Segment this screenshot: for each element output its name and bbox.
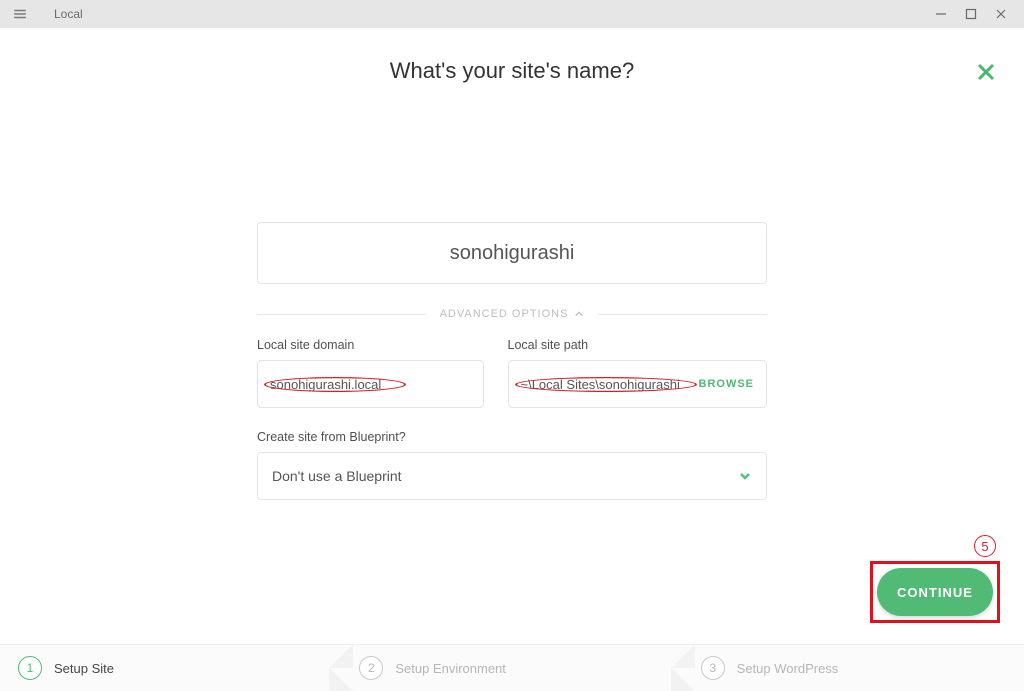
domain-input[interactable] xyxy=(270,377,400,392)
browse-button[interactable]: BROWSE xyxy=(699,378,755,390)
step-setup-environment[interactable]: 2 Setup Environment xyxy=(341,645,682,691)
chevron-down-icon xyxy=(738,469,752,483)
window-maximize-button[interactable] xyxy=(956,0,986,28)
step-label: Setup WordPress xyxy=(737,661,839,676)
step-setup-wordpress[interactable]: 3 Setup WordPress xyxy=(683,645,1024,691)
domain-field-label: Local site domain xyxy=(257,338,484,352)
window-close-button[interactable] xyxy=(986,0,1016,28)
site-name-input[interactable] xyxy=(257,222,767,284)
window-titlebar: Local xyxy=(0,0,1024,28)
annotation-red-frame: CONTINUE xyxy=(870,561,1000,623)
path-input[interactable] xyxy=(521,377,691,392)
main-content: What's your site's name? ADVANCED OPTION… xyxy=(0,28,1024,691)
path-input-box[interactable]: BROWSE xyxy=(508,360,768,408)
annotation-circle xyxy=(521,377,691,392)
advanced-options-label: ADVANCED OPTIONS xyxy=(440,308,569,320)
step-number: 2 xyxy=(359,656,383,680)
domain-input-box[interactable] xyxy=(257,360,484,408)
page-title: What's your site's name? xyxy=(390,58,634,84)
blueprint-selected-value: Don't use a Blueprint xyxy=(272,468,402,484)
annotation-step-number: 5 xyxy=(974,535,996,557)
blueprint-field-label: Create site from Blueprint? xyxy=(257,430,767,444)
setup-stepper: 1 Setup Site 2 Setup Environment 3 Setup… xyxy=(0,644,1024,691)
step-number: 3 xyxy=(701,656,725,680)
step-number: 1 xyxy=(18,656,42,680)
annotation-circle xyxy=(270,377,400,392)
step-setup-site[interactable]: 1 Setup Site xyxy=(0,645,341,691)
path-field-label: Local site path xyxy=(508,338,768,352)
continue-area: 5 CONTINUE xyxy=(870,535,1000,623)
hamburger-menu-icon[interactable] xyxy=(8,7,32,21)
close-dialog-button[interactable] xyxy=(972,58,1000,86)
continue-button[interactable]: CONTINUE xyxy=(877,568,993,616)
step-label: Setup Site xyxy=(54,661,114,676)
step-label: Setup Environment xyxy=(395,661,506,676)
advanced-options-toggle[interactable]: ADVANCED OPTIONS xyxy=(257,308,767,320)
chevron-up-icon xyxy=(574,309,584,319)
window-minimize-button[interactable] xyxy=(926,0,956,28)
divider-line xyxy=(257,314,426,315)
divider-line xyxy=(598,314,767,315)
blueprint-select[interactable]: Don't use a Blueprint xyxy=(257,452,767,500)
window-title: Local xyxy=(54,7,83,21)
form-area: ADVANCED OPTIONS Local site domain Local… xyxy=(257,222,767,500)
